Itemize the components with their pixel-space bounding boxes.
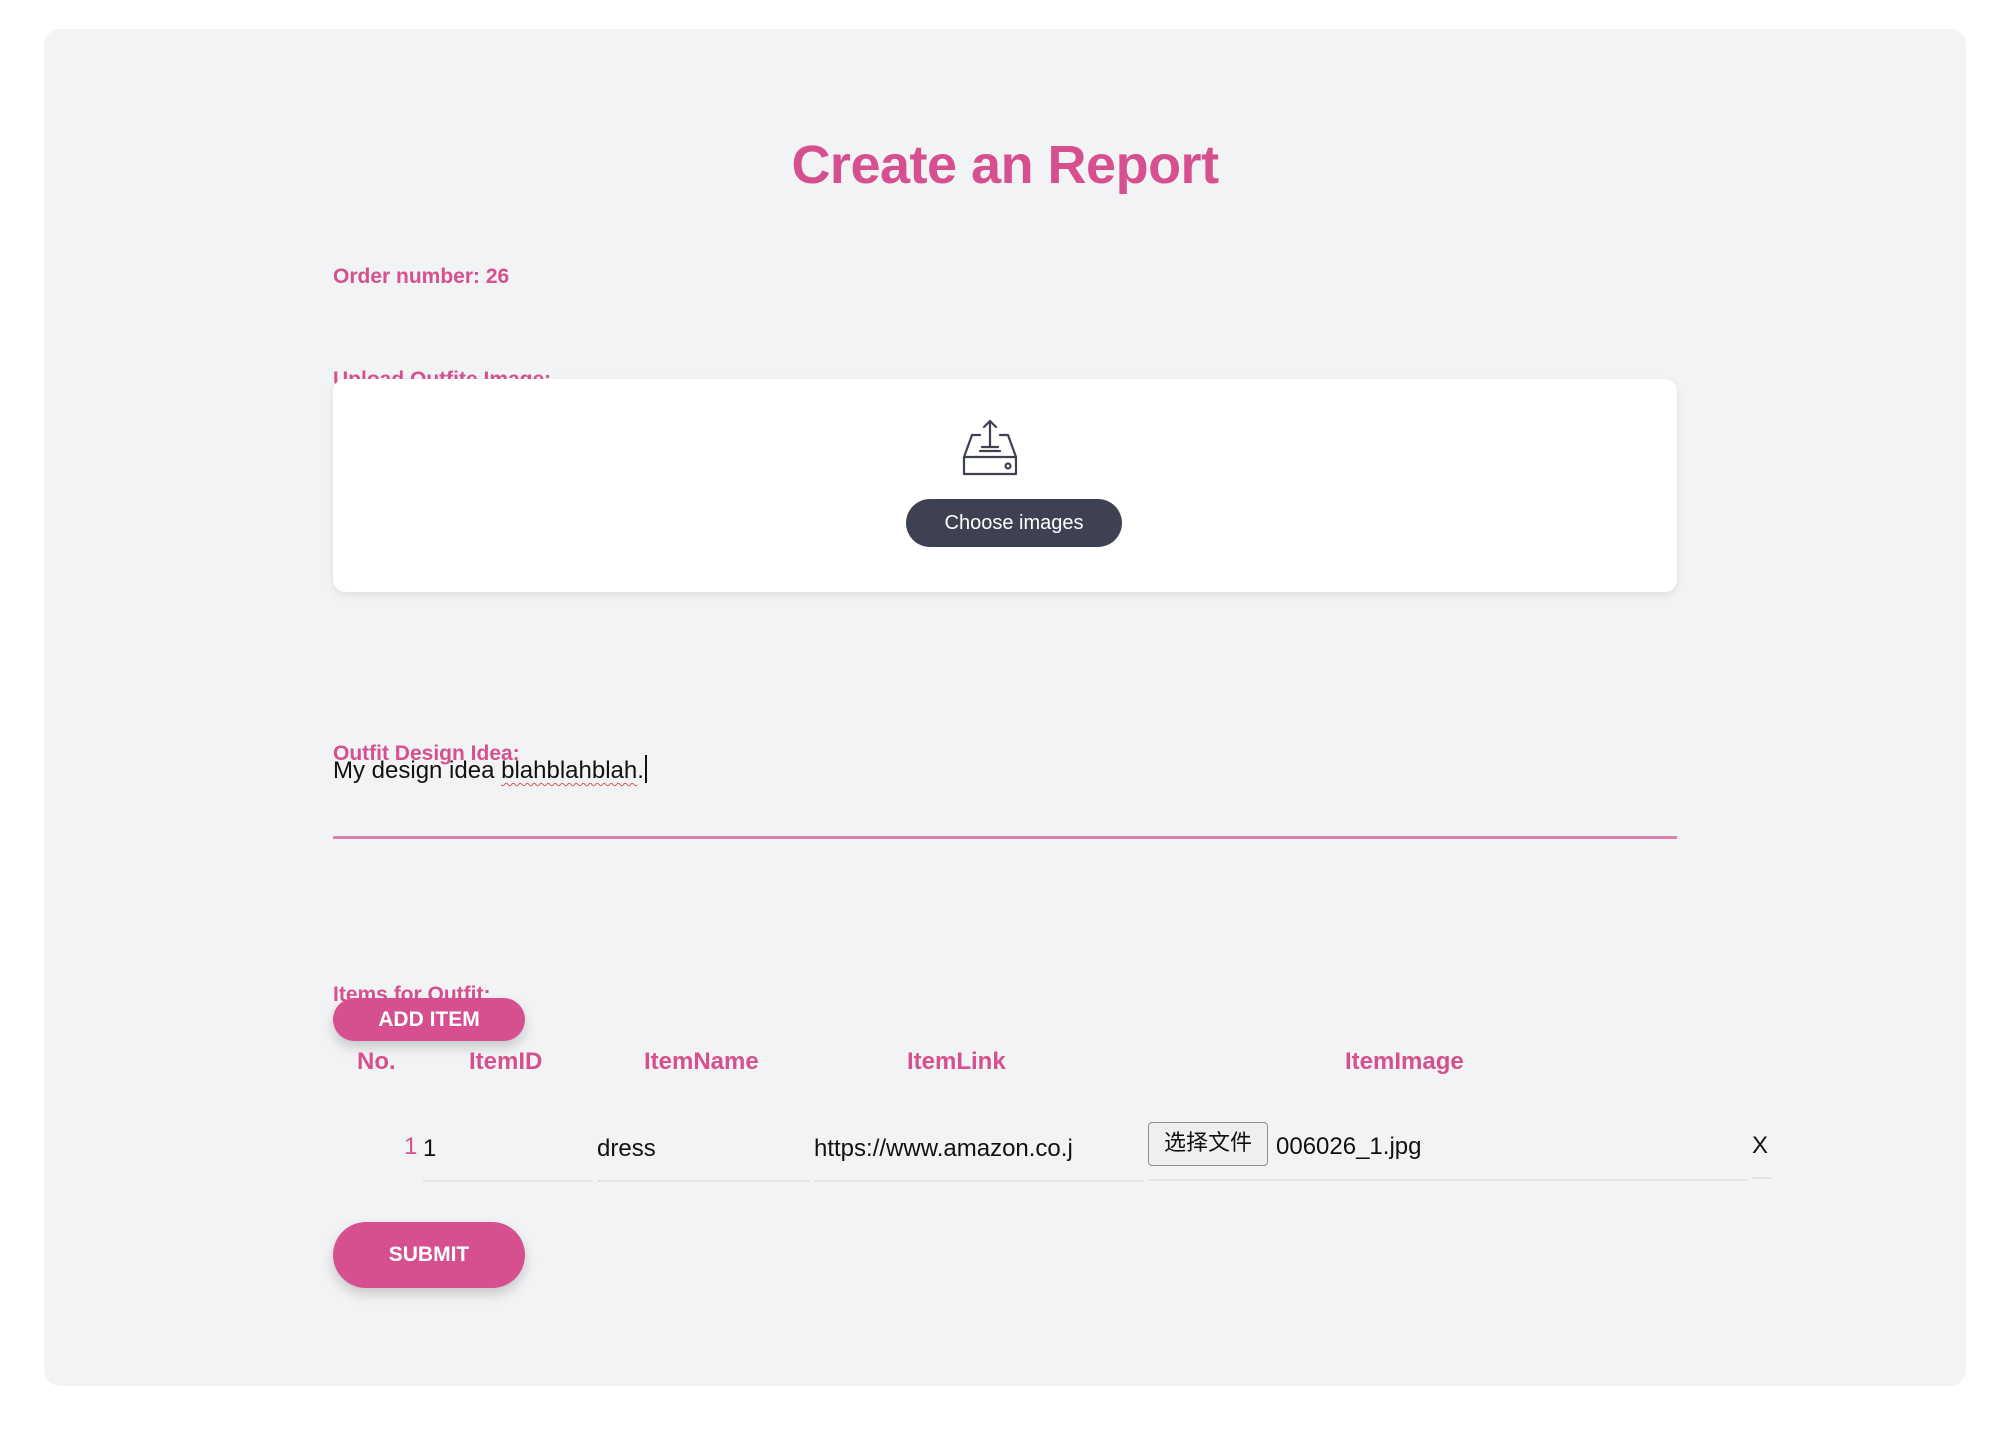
item-name-input[interactable]: dress — [597, 1117, 810, 1182]
design-idea-text: My design idea — [333, 757, 502, 784]
order-number-label: Order number: 26 — [333, 265, 510, 288]
choose-images-button[interactable]: Choose images — [906, 499, 1122, 547]
text-caret — [644, 755, 647, 783]
column-header-itemid: ItemID — [469, 1048, 543, 1075]
upload-tray-icon — [962, 419, 1018, 476]
submit-button[interactable]: SUBMIT — [333, 1222, 525, 1288]
column-header-no: No. — [357, 1048, 396, 1075]
column-header-itemimage: ItemImage — [1345, 1048, 1464, 1075]
item-image-filename: 006026_1.jpg — [1276, 1133, 1422, 1160]
column-header-itemname: ItemName — [644, 1048, 759, 1075]
item-id-input[interactable]: 1 — [423, 1117, 593, 1182]
choose-file-button[interactable]: 选择文件 — [1148, 1122, 1268, 1166]
page-title: Create an Report — [791, 135, 1219, 195]
design-idea-text-end: . — [637, 757, 644, 784]
design-idea-underline — [333, 836, 1677, 839]
report-form-panel: Create an Report Order number: 26 Upload… — [44, 29, 1966, 1386]
remove-item-button[interactable]: X — [1752, 1132, 1768, 1160]
misspelled-word: blahblahblah — [501, 757, 638, 784]
row-number: 1 — [404, 1133, 418, 1160]
image-upload-dropzone[interactable]: Choose images — [333, 379, 1677, 592]
column-header-itemlink: ItemLink — [907, 1048, 1006, 1075]
add-item-button[interactable]: ADD ITEM — [333, 998, 525, 1041]
item-image-underline — [1148, 1179, 1748, 1181]
design-idea-input[interactable]: My design idea blahblahblah. — [333, 755, 647, 785]
item-link-input[interactable]: https://www.amazon.co.j — [814, 1117, 1144, 1182]
remove-item-underline — [1752, 1177, 1772, 1179]
